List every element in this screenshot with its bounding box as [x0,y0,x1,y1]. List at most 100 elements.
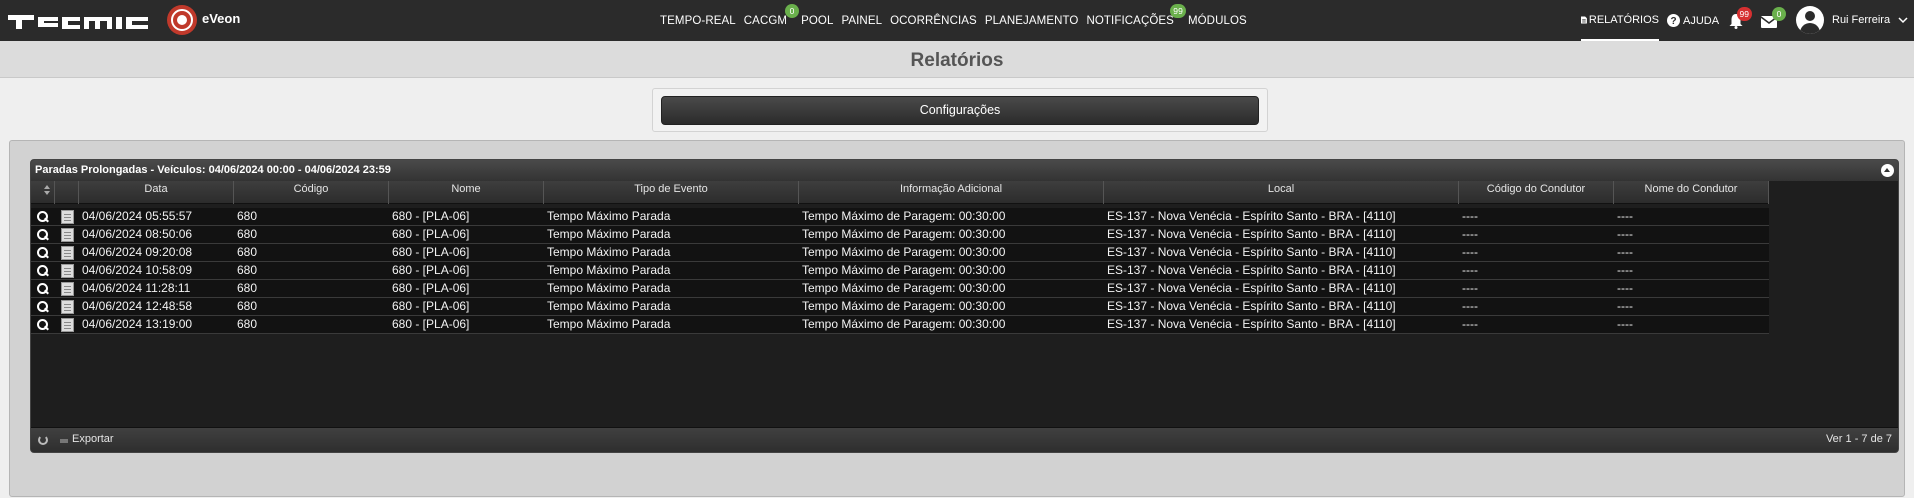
nav-pool[interactable]: POOL [797,15,837,27]
table-cell: ES-137 - Nova Venécia - Espírito Santo -… [1107,263,1396,277]
table-cell: Tempo Máximo Parada [547,299,671,313]
column-header[interactable]: Tipo de Evento [544,181,799,204]
column-header[interactable]: Informação Adicional [799,181,1104,204]
document-icon[interactable] [60,245,74,260]
document-icon[interactable] [60,227,74,242]
details-row-cell[interactable] [55,316,79,333]
details-row-cell[interactable] [55,280,79,297]
document-icon[interactable] [60,299,74,314]
document-icon[interactable] [60,263,74,278]
nav-ocorrencias[interactable]: OCORRÊNCIAS [886,15,981,27]
table-cell: 680 [237,317,258,331]
export-button[interactable]: Exportar [72,433,114,445]
table-row[interactable]: 04/06/2024 08:50:06 680 680 - [PLA-06] Temp… [31,226,1769,244]
details-row-cell[interactable] [55,262,79,279]
nav-tempo-real[interactable]: TEMPO-REAL [656,15,740,27]
view-row-cell[interactable] [31,280,55,297]
table-row[interactable]: 04/06/2024 11:28:11 680 680 - [PLA-06] Temp… [31,280,1769,298]
table-cell: 680 - [PLA-06] [392,281,470,295]
table-cell: ---- [1462,245,1478,259]
search-icon[interactable] [37,246,49,259]
view-row-cell[interactable] [31,298,55,315]
table-row[interactable]: 04/06/2024 09:20:08 680 680 - [PLA-06] Temp… [31,244,1769,262]
document-icon[interactable] [60,209,74,224]
table-row[interactable]: 04/06/2024 05:55:57 680 680 - [PLA-06] Temp… [31,208,1769,226]
column-header[interactable]: Código [234,181,389,204]
details-row-cell[interactable] [55,244,79,261]
table-cell: ES-137 - Nova Venécia - Espírito Santo -… [1107,209,1396,223]
search-icon[interactable] [37,210,49,223]
document-icon [1581,15,1587,24]
column-header[interactable]: Nome [389,181,544,204]
column-header[interactable]: Nome do Condutor [1614,181,1769,204]
view-row-cell[interactable] [31,244,55,261]
column-header[interactable]: Local [1104,181,1459,204]
table-row[interactable]: 04/06/2024 12:48:58 680 680 - [PLA-06] Temp… [31,298,1769,316]
top-navbar: eVeon TEMPO-REAL CACGM 0 POOL PAINEL OCOR… [0,0,1914,41]
nav-ajuda[interactable]: ? AJUDA [1667,0,1719,41]
table-cell: ---- [1462,263,1478,277]
nav-planejamento[interactable]: PLANEJAMENTO [981,15,1083,27]
table-cell: 04/06/2024 11:28:11 [82,281,191,295]
nav-cacgm[interactable]: CACGM 0 [740,3,800,27]
search-icon[interactable] [37,282,49,295]
table-cell: Tempo Máximo Parada [547,281,671,295]
mail-badge: 0 [1772,7,1786,21]
svg-text:?: ? [1670,16,1676,27]
table-cell: Tempo Máximo Parada [547,227,671,241]
search-icon[interactable] [37,264,49,277]
table-cell: 680 - [PLA-06] [392,317,470,331]
sort-icon [44,185,50,195]
view-row-cell[interactable] [31,316,55,333]
records-count: Ver 1 - 7 de 7 [1825,433,1892,445]
document-icon[interactable] [60,281,74,296]
table-cell: 680 - [PLA-06] [392,209,470,223]
search-icon[interactable] [37,228,49,241]
table-row[interactable]: 04/06/2024 13:19:00 680 680 - [PLA-06] Temp… [31,316,1769,334]
table-cell: 04/06/2024 12:48:58 [82,299,193,313]
table-cell: 680 - [PLA-06] [392,263,470,277]
table-cell: ES-137 - Nova Venécia - Espírito Santo -… [1107,281,1396,295]
collapse-icon[interactable] [1881,164,1894,177]
details-row-cell[interactable] [55,226,79,243]
table-cell: Tempo Máximo de Paragem: 00:30:00 [802,263,1006,277]
user-name: Rui Ferreira [1832,14,1891,26]
sort-column-header[interactable] [31,181,55,204]
column-header[interactable]: Data [79,181,234,204]
table-cell: Tempo Máximo de Paragem: 00:30:00 [802,281,1006,295]
svg-text:eVeon: eVeon [202,11,240,26]
help-icon: ? [1667,14,1680,27]
search-icon[interactable] [37,318,49,331]
user-menu[interactable]: Rui Ferreira [1796,4,1908,36]
view-row-cell[interactable] [31,262,55,279]
eveon-logo[interactable]: eVeon [166,4,276,36]
configuracoes-button[interactable]: Configurações [661,96,1259,125]
view-row-cell[interactable] [31,226,55,243]
table-row[interactable]: 04/06/2024 10:58:09 680 680 - [PLA-06] Temp… [31,262,1769,280]
grid-body: 04/06/2024 05:55:57 680 680 - [PLA-06] Temp… [31,208,1769,334]
table-cell: Tempo Máximo de Paragem: 00:30:00 [802,227,1006,241]
details-row-cell[interactable] [55,208,79,225]
search-icon[interactable] [37,300,49,313]
notifications-bell[interactable]: 99 [1728,7,1752,29]
refresh-icon[interactable] [38,435,48,445]
table-cell: Tempo Máximo de Paragem: 00:30:00 [802,245,1006,259]
nav-notificacoes[interactable]: NOTIFICAÇÕES 99 [1082,3,1186,27]
details-row-cell[interactable] [55,298,79,315]
messages[interactable]: 0 [1760,7,1786,29]
table-cell: 680 - [PLA-06] [392,299,470,313]
table-cell: ---- [1617,245,1633,259]
document-icon[interactable] [60,317,74,332]
table-cell: ---- [1617,299,1633,313]
nav-relatorios[interactable]: RELATÓRIOS [1581,0,1659,41]
config-panel: Configurações [652,88,1268,132]
nav-modulos[interactable]: MÓDULOS [1184,15,1251,27]
table-cell: 680 - [PLA-06] [392,245,470,259]
grid-caption: Paradas Prolongadas - Veículos: 04/06/20… [31,160,1898,181]
page-title-bar: Relatórios [0,41,1914,78]
view-row-cell[interactable] [31,208,55,225]
table-cell: 680 [237,263,258,277]
tecmic-logo[interactable] [6,7,154,33]
nav-painel[interactable]: PAINEL [837,15,886,27]
column-header[interactable]: Código do Condutor [1459,181,1614,204]
